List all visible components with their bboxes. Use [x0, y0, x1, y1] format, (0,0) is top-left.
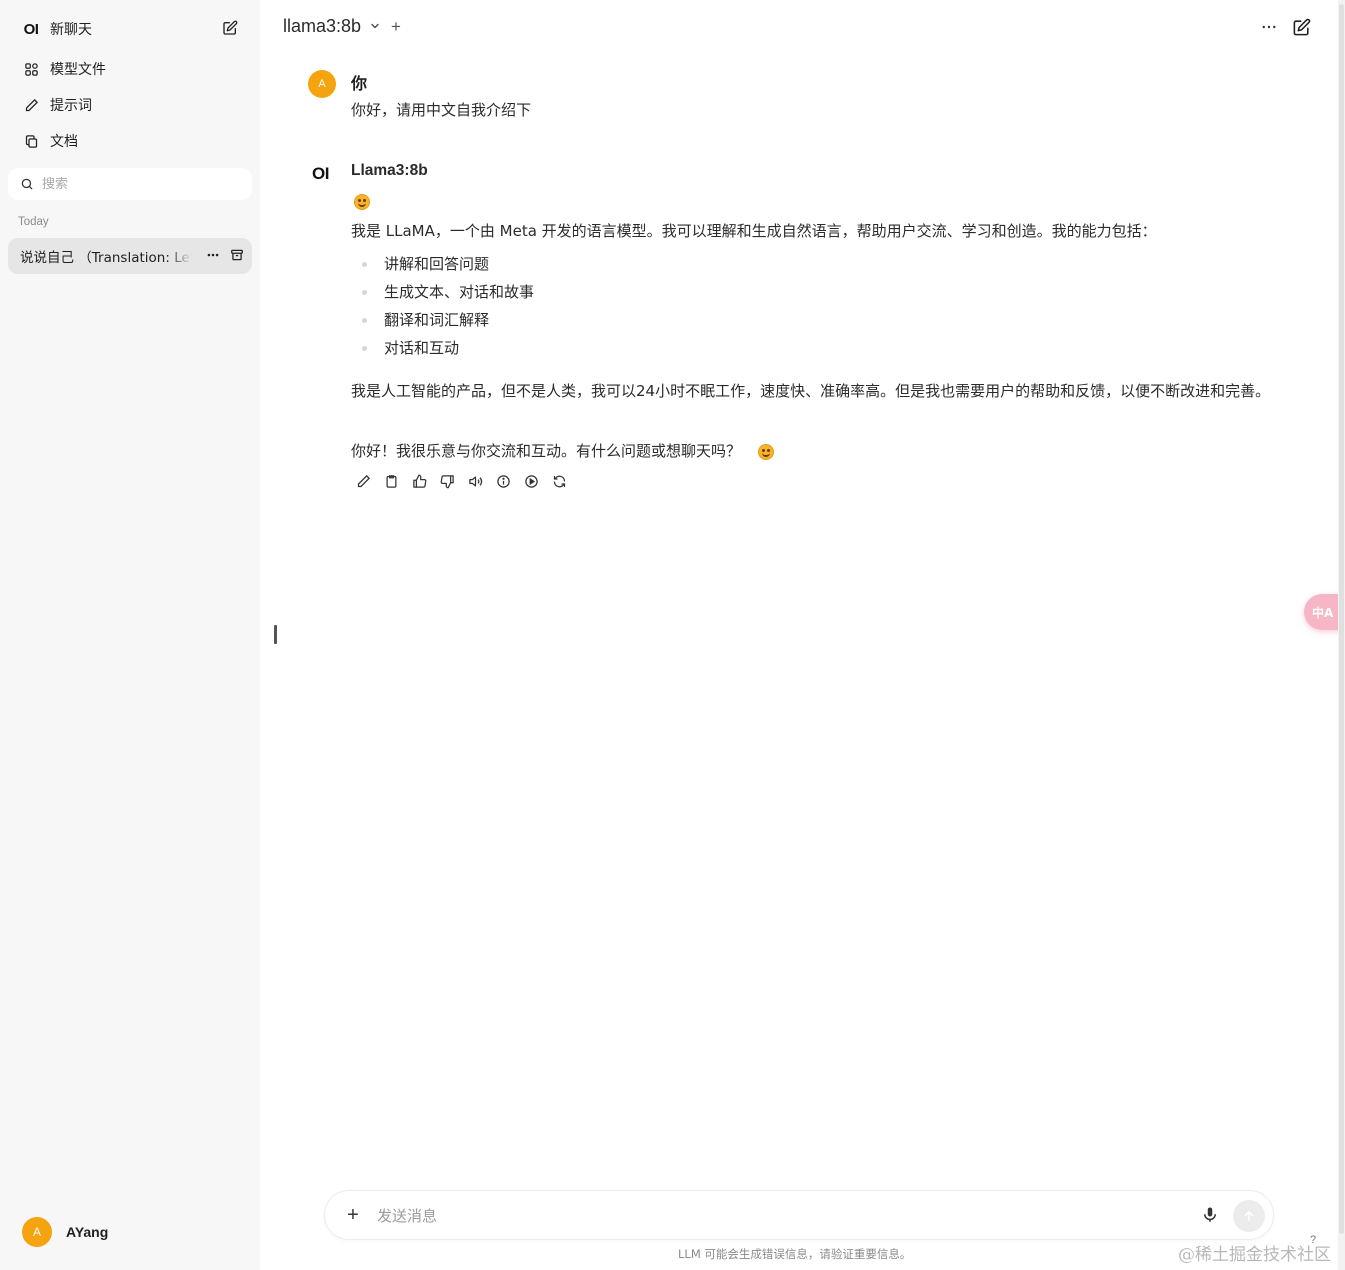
more-icon[interactable] — [206, 247, 220, 266]
thumbs-up-icon[interactable] — [411, 473, 427, 489]
send-button[interactable] — [1233, 1200, 1265, 1232]
user-name: AYang — [66, 1224, 109, 1240]
pencil-icon — [18, 98, 44, 113]
archive-icon[interactable] — [230, 247, 244, 266]
microphone-icon[interactable] — [1201, 1205, 1219, 1229]
thumbs-down-icon[interactable] — [439, 473, 455, 489]
chat-history-item[interactable]: 说说自己 （Translation: Let's talk about myse… — [8, 238, 252, 274]
watermark-text: @稀土掘金技术社区 — [1178, 1245, 1331, 1265]
sidebar-item-modelfiles[interactable]: 模型文件 — [8, 52, 252, 86]
list-item: 讲解和回答问题 — [360, 250, 534, 278]
user-message-text: 你好，请用中文自我介绍下 — [351, 101, 532, 119]
new-chat-edit-icon[interactable] — [1292, 18, 1311, 41]
disclaimer-text: LLM 可能会生成错误信息，请验证重要信息。 — [678, 1247, 912, 1261]
smile-emoji-icon — [757, 443, 774, 460]
avatar: A — [22, 1217, 52, 1247]
new-chat-edit-icon[interactable] — [222, 20, 238, 40]
assistant-logo-icon: OI — [312, 164, 329, 183]
search-input[interactable] — [42, 176, 232, 192]
sidebar-item-prompts[interactable]: 提示词 — [8, 88, 252, 122]
new-chat-button[interactable]: OI 新聊天 — [8, 12, 252, 46]
user-message-sender: 你 — [351, 74, 368, 93]
help-button[interactable]: ? — [1310, 1234, 1316, 1246]
scrollbar-thumb[interactable] — [1339, 4, 1344, 1234]
list-item: 生成文本、对话和故事 — [360, 278, 534, 306]
add-model-button[interactable]: + — [391, 17, 401, 37]
add-attachment-button[interactable]: + — [341, 1203, 365, 1227]
assistant-paragraph-2: 我是人工智能的产品，但不是人类，我可以24小时不眠工作，速度快、准确率高。但是我… — [351, 382, 1271, 400]
message-input[interactable] — [377, 1203, 1177, 1229]
section-label-today: Today — [18, 216, 49, 228]
smile-emoji-icon — [354, 191, 370, 210]
message-action-bar — [355, 473, 567, 489]
logo-text: OI — [23, 20, 39, 38]
list-item: 对话和互动 — [360, 334, 534, 362]
speaker-icon[interactable] — [467, 473, 483, 489]
sidebar-item-label: 模型文件 — [50, 62, 106, 78]
user-menu[interactable]: A AYang — [22, 1217, 108, 1247]
message-composer: + — [324, 1190, 1274, 1240]
sidebar-item-label: 文档 — [50, 134, 78, 150]
arrow-up-icon — [1244, 1210, 1254, 1221]
regenerate-icon[interactable] — [551, 473, 567, 489]
model-name: llama3:8b — [283, 16, 362, 36]
text-cursor — [274, 625, 277, 644]
grid-icon — [18, 62, 44, 77]
assistant-paragraph-3: 你好！我很乐意与你交流和互动。有什么问题或想聊天吗？ — [351, 437, 1291, 465]
chat-history-title: 说说自己 （Translation: Let's talk about myse… — [20, 250, 192, 266]
list-item: 翻译和词汇解释 — [360, 306, 534, 334]
assistant-intro-text: 我是 LLaMA，一个由 Meta 开发的语言模型。我可以理解和生成自然语言，帮… — [351, 222, 1157, 240]
user-avatar: A — [308, 70, 336, 98]
sidebar-item-label: 提示词 — [50, 98, 92, 114]
chevron-down-icon — [369, 17, 381, 36]
search-icon — [20, 177, 34, 191]
copy-icon — [18, 134, 44, 149]
edit-icon[interactable] — [355, 473, 371, 489]
copy-icon[interactable] — [383, 473, 399, 489]
more-options-icon[interactable] — [1260, 18, 1278, 40]
logo-icon: OI — [18, 21, 44, 38]
new-chat-label: 新聊天 — [50, 22, 92, 38]
search-box — [8, 168, 252, 200]
model-selector[interactable]: llama3:8b — [283, 16, 381, 37]
sidebar: OI 新聊天 模型文件 提示词 文档 Today 说说自己 （Translati… — [0, 0, 260, 1270]
info-icon[interactable] — [495, 473, 511, 489]
assistant-message-sender: Llama3:8b — [351, 162, 428, 179]
play-icon[interactable] — [523, 473, 539, 489]
assistant-capability-list: 讲解和回答问题 生成文本、对话和故事 翻译和词汇解释 对话和互动 — [360, 250, 534, 362]
sidebar-item-documents[interactable]: 文档 — [8, 124, 252, 158]
assistant-paragraph-3-text: 你好！我很乐意与你交流和互动。有什么问题或想聊天吗？ — [351, 442, 742, 460]
